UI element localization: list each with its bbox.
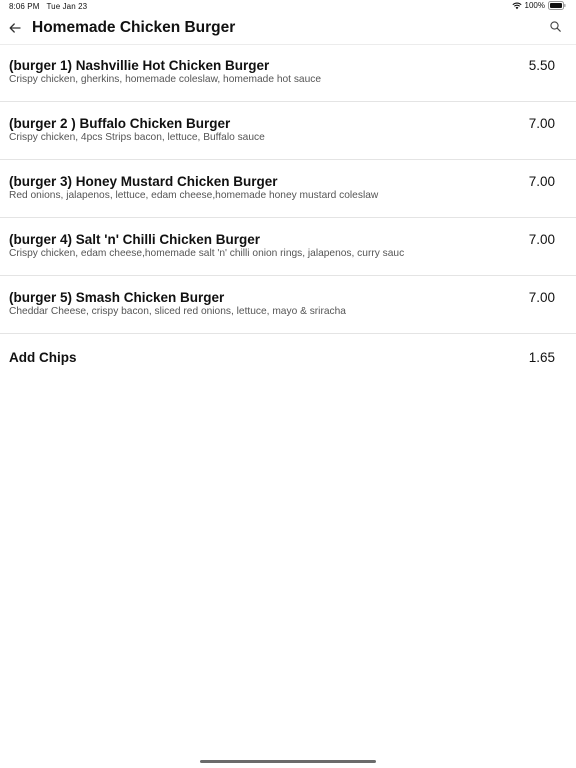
item-price: 1.65 (528, 350, 555, 365)
item-name: (burger 2 ) Buffalo Chicken Burger (9, 116, 231, 131)
item-price: 7.00 (528, 174, 555, 189)
status-date: Tue Jan 23 (46, 2, 88, 11)
search-icon (549, 19, 561, 37)
page-title: Homemade Chicken Burger (32, 19, 236, 36)
menu-item[interactable]: (burger 2 ) Buffalo Chicken Burger Crisp… (0, 102, 576, 160)
battery-percent: 100% (524, 1, 545, 10)
item-price: 7.00 (528, 232, 555, 247)
menu-item[interactable]: (burger 3) Honey Mustard Chicken Burger … (0, 160, 576, 218)
back-button[interactable] (6, 20, 24, 38)
menu-item[interactable]: (burger 5) Smash Chicken Burger Cheddar … (0, 276, 576, 334)
menu-item-add-chips[interactable]: Add Chips 1.65 (0, 334, 576, 391)
status-bar: 8:06 PM Tue Jan 23 100% (0, 0, 576, 14)
wifi-icon (511, 2, 522, 10)
item-price: 5.50 (528, 58, 555, 73)
item-name: (burger 1) Nashvillie Hot Chicken Burger (9, 58, 270, 73)
menu-item[interactable]: (burger 1) Nashvillie Hot Chicken Burger… (0, 44, 576, 102)
status-indicators: 100% (511, 1, 566, 10)
home-indicator[interactable] (200, 760, 376, 763)
item-name: (burger 5) Smash Chicken Burger (9, 290, 225, 305)
item-price: 7.00 (528, 116, 555, 131)
item-description: Red onions, jalapenos, lettuce, edam che… (9, 190, 379, 201)
battery-icon (548, 1, 566, 10)
item-name: (burger 3) Honey Mustard Chicken Burger (9, 174, 278, 189)
nav-bar: Homemade Chicken Burger (0, 14, 576, 45)
item-description: Crispy chicken, 4pcs Strips bacon, lettu… (9, 132, 265, 143)
status-time-date: 8:06 PM Tue Jan 23 (9, 2, 87, 11)
menu-item[interactable]: (burger 4) Salt 'n' Chilli Chicken Burge… (0, 218, 576, 276)
item-description: Crispy chicken, edam cheese,homemade sal… (9, 248, 405, 259)
arrow-left-icon (9, 20, 21, 38)
item-name: Add Chips (9, 350, 77, 365)
item-description: Cheddar Cheese, crispy bacon, sliced red… (9, 306, 346, 317)
item-description: Crispy chicken, gherkins, homemade coles… (9, 74, 322, 85)
status-time: 8:06 PM (9, 2, 40, 11)
item-price: 7.00 (528, 290, 555, 305)
menu-list: (burger 1) Nashvillie Hot Chicken Burger… (0, 44, 576, 391)
item-name: (burger 4) Salt 'n' Chilli Chicken Burge… (9, 232, 260, 247)
search-button[interactable] (548, 21, 562, 35)
